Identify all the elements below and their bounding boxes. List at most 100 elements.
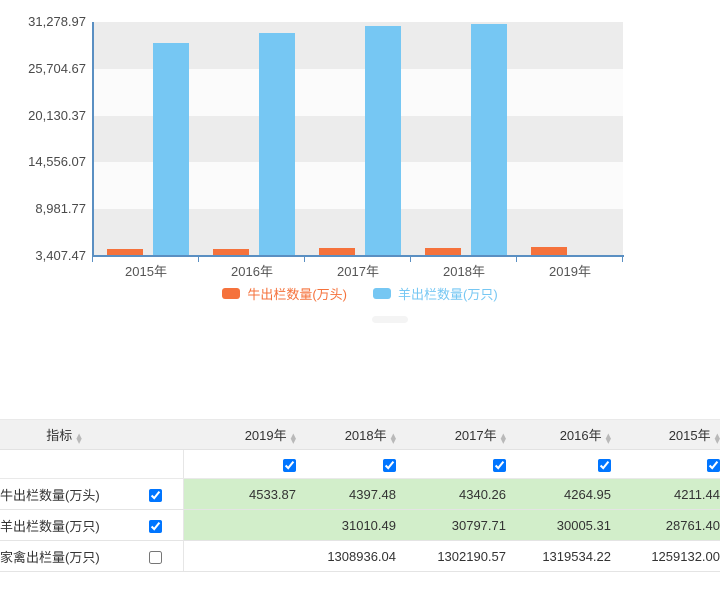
cell-value — [183, 510, 296, 541]
legend-item-sheep[interactable]: 羊出栏数量(万只) — [373, 284, 498, 303]
column-header-2015年[interactable]: 2015年 ▲▼ — [611, 420, 720, 450]
column-header-label: 2015年 — [669, 428, 711, 443]
bar-group-1 — [199, 22, 305, 256]
row-label: 羊出栏数量(万只) — [0, 510, 128, 541]
column-checkbox-row — [0, 450, 720, 479]
x-axis-line — [92, 255, 624, 257]
row-checkbox-0[interactable] — [149, 489, 162, 502]
empty-cell — [128, 450, 183, 479]
cell-value: 1259132.00 — [611, 541, 720, 572]
statistics-widget: 31,278.97 25,704.67 20,130.37 14,556.07 8,98… — [0, 0, 720, 599]
y-axis-line — [92, 22, 94, 257]
table-body: 牛出栏数量(万头)4533.874397.484340.264264.95421… — [0, 450, 720, 572]
column-header-label: 2017年 — [455, 428, 497, 443]
sort-down-icon: ▼ — [715, 439, 720, 444]
cell-value: 31010.49 — [296, 510, 396, 541]
bar-sheep-2[interactable] — [365, 26, 401, 256]
table-row-0: 牛出栏数量(万头)4533.874397.484340.264264.95421… — [0, 479, 720, 510]
sort-icon[interactable]: ▲▼ — [391, 434, 396, 444]
cell-value: 4211.44 — [611, 479, 720, 510]
x-axis-label: 2017年 — [305, 261, 411, 280]
cell-value: 1308936.04 — [296, 541, 396, 572]
sort-down-icon: ▼ — [606, 439, 611, 444]
legend-swatch-sheep — [373, 288, 391, 299]
data-table: 指标▲▼2019年▲▼2018年▲▼2017年▲▼2016年▲▼2015年▲▼ … — [0, 419, 720, 572]
y-axis-label: 25,704.67 — [0, 61, 86, 76]
column-header-2019年[interactable]: 2019年 ▲▼ — [183, 420, 296, 450]
row-checkbox-cell — [128, 541, 183, 572]
cell-value: 4264.95 — [506, 479, 611, 510]
chart-scrollbar-thumb[interactable] — [372, 316, 408, 323]
row-label: 牛出栏数量(万头) — [0, 479, 128, 510]
column-checkbox-cell — [611, 450, 720, 479]
cell-value: 4397.48 — [296, 479, 396, 510]
indicator-header[interactable]: 指标 ▲▼ — [0, 420, 128, 450]
column-header-label: 2019年 — [245, 428, 287, 443]
bar-sheep-0[interactable] — [153, 43, 189, 256]
legend-item-cattle[interactable]: 牛出栏数量(万头) — [222, 284, 347, 303]
y-axis-label: 8,981.77 — [0, 201, 86, 216]
y-axis-label: 3,407.47 — [0, 248, 86, 263]
chart-legend: 牛出栏数量(万头) 羊出栏数量(万只) — [0, 284, 720, 303]
column-header-label: 2018年 — [345, 428, 387, 443]
sort-icon[interactable]: ▲▼ — [291, 434, 296, 444]
sort-down-icon: ▼ — [291, 439, 296, 444]
cell-value — [183, 541, 296, 572]
sort-icon[interactable]: ▲▼ — [501, 434, 506, 444]
y-axis-label: 31,278.97 — [0, 14, 86, 29]
column-checkbox-cell — [506, 450, 611, 479]
column-header-2018年[interactable]: 2018年 ▲▼ — [296, 420, 396, 450]
x-axis-label: 2018年 — [411, 261, 517, 280]
bar-group-0 — [93, 22, 199, 256]
column-checkbox-cell — [296, 450, 396, 479]
row-checkbox-cell — [128, 510, 183, 541]
column-checkbox-cell — [183, 450, 296, 479]
sort-icon[interactable]: ▲▼ — [76, 434, 81, 444]
x-axis-label: 2016年 — [199, 261, 305, 280]
row-checkbox-2[interactable] — [149, 551, 162, 564]
legend-swatch-cattle — [222, 288, 240, 299]
cell-value: 28761.40 — [611, 510, 720, 541]
sort-down-icon: ▼ — [501, 439, 506, 444]
table-header-row: 指标 ▲▼ 2019年 ▲▼ 2018年 ▲▼ 2017年 ▲▼ 2016年 ▲▼ 2015年 ▲▼ — [0, 420, 720, 450]
chart-plot-area — [93, 22, 623, 256]
table-header: 指标 ▲▼ 2019年 ▲▼ 2018年 ▲▼ 2017年 ▲▼ 2016年 ▲▼ 2015年 ▲▼ — [0, 420, 720, 450]
bar-sheep-3[interactable] — [471, 24, 507, 256]
bar-group-2 — [305, 22, 411, 256]
column-header-label: 2016年 — [560, 428, 602, 443]
sort-down-icon: ▼ — [391, 439, 396, 444]
cell-value: 30797.71 — [396, 510, 506, 541]
table-row-1: 羊出栏数量(万只) 31010.4930797.7130005.3128761.4… — [0, 510, 720, 541]
column-checkbox-2018年[interactable] — [383, 459, 396, 472]
x-axis-label: 2015年 — [93, 261, 199, 280]
row-label: 家禽出栏量(万只) — [0, 541, 128, 572]
column-checkbox-cell — [396, 450, 506, 479]
bar-chart: 31,278.97 25,704.67 20,130.37 14,556.07 8,98… — [0, 0, 720, 310]
bar-group-3 — [411, 22, 517, 256]
column-header-2016年[interactable]: 2016年 ▲▼ — [506, 420, 611, 450]
y-axis-label: 14,556.07 — [0, 154, 86, 169]
indicator-header-label: 指标 — [46, 428, 72, 443]
sort-icon[interactable]: ▲▼ — [606, 434, 611, 444]
column-checkbox-2017年[interactable] — [493, 459, 506, 472]
cell-value: 1302190.57 — [396, 541, 506, 572]
sort-down-icon: ▼ — [76, 439, 81, 444]
legend-label: 羊出栏数量(万只) — [398, 284, 498, 303]
y-axis-label: 20,130.37 — [0, 108, 86, 123]
column-header-2017年[interactable]: 2017年 ▲▼ — [396, 420, 506, 450]
sort-icon[interactable]: ▲▼ — [715, 434, 720, 444]
column-checkbox-2019年[interactable] — [283, 459, 296, 472]
column-checkbox-2015年[interactable] — [707, 459, 720, 472]
empty-cell — [0, 450, 128, 479]
bar-sheep-1[interactable] — [259, 33, 295, 256]
cell-value: 30005.31 — [506, 510, 611, 541]
x-axis-label: 2019年 — [517, 261, 623, 280]
cell-value: 4533.87 — [183, 479, 296, 510]
row-checkbox-1[interactable] — [149, 520, 162, 533]
table-row-2: 家禽出栏量(万只)1308936.041302190.571319534.221… — [0, 541, 720, 572]
row-checkbox-cell — [128, 479, 183, 510]
legend-label: 牛出栏数量(万头) — [247, 284, 347, 303]
checkbox-column-header — [128, 420, 183, 450]
bar-group-4 — [517, 22, 623, 256]
column-checkbox-2016年[interactable] — [598, 459, 611, 472]
